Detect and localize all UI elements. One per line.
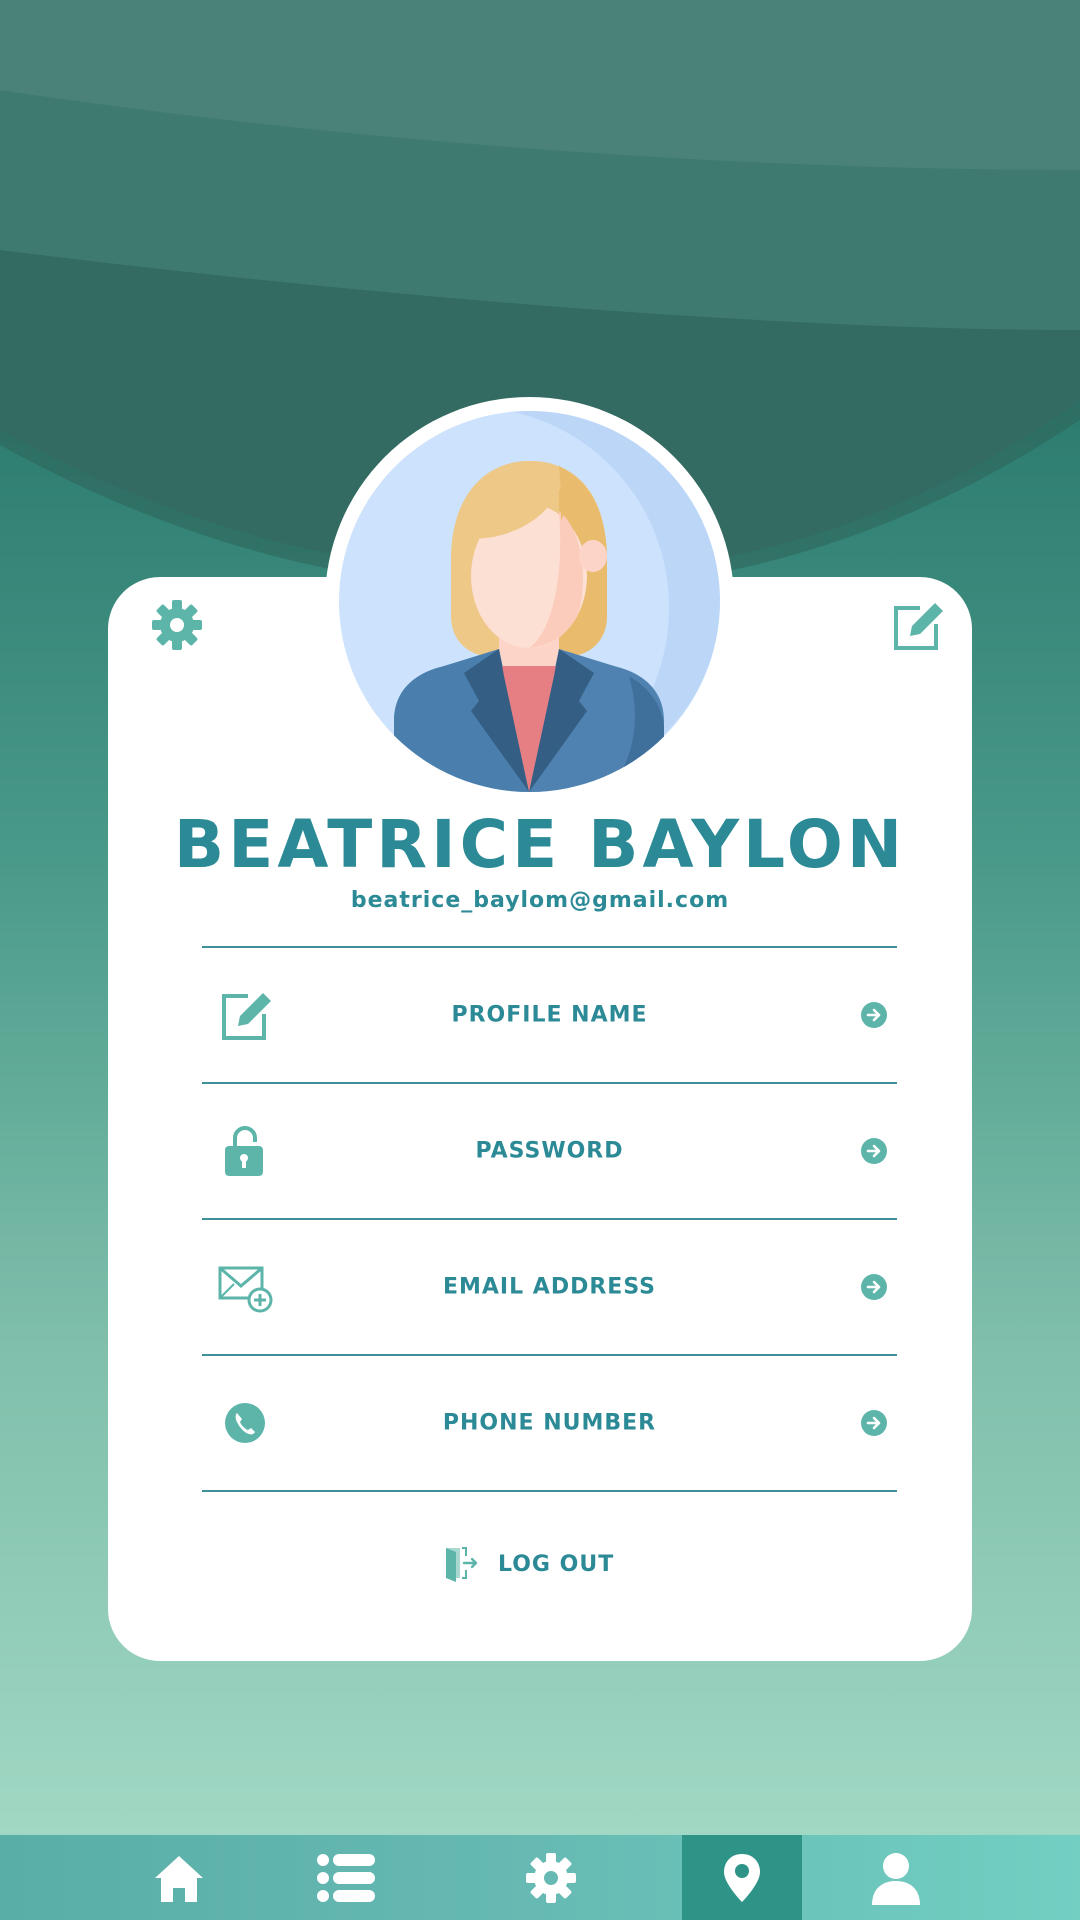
profile-name: BEATRICE BAYLON xyxy=(173,806,907,883)
list-icon xyxy=(317,1853,375,1902)
bottom-nav xyxy=(0,1835,1080,1920)
menu-item-label: EMAIL ADDRESS xyxy=(442,1274,657,1300)
menu-item-profile-name[interactable]: PROFILE NAME xyxy=(202,948,897,1082)
settings-gear-icon[interactable] xyxy=(150,598,204,652)
arrow-right-icon[interactable] xyxy=(861,1002,887,1028)
menu-item-label: PROFILE NAME xyxy=(451,1002,648,1028)
arrow-right-icon[interactable] xyxy=(861,1410,887,1436)
user-icon xyxy=(872,1852,920,1905)
avatar-illustration xyxy=(339,411,720,792)
menu-item-password[interactable]: PASSWORD xyxy=(202,1084,897,1218)
gear-icon xyxy=(526,1852,576,1903)
nav-settings[interactable] xyxy=(491,1835,611,1920)
profile-email: beatrice_baylom@gmail.com xyxy=(350,888,730,913)
logout-icon xyxy=(440,1544,480,1584)
menu-item-label: PASSWORD xyxy=(475,1138,624,1164)
nav-profile[interactable] xyxy=(836,1835,956,1920)
logout-button[interactable]: LOG OUT xyxy=(440,1544,660,1588)
logout-label: LOG OUT xyxy=(498,1552,615,1577)
avatar[interactable] xyxy=(339,411,720,792)
divider xyxy=(202,1490,897,1492)
menu-item-email-address[interactable]: EMAIL ADDRESS xyxy=(202,1220,897,1354)
arrow-right-icon[interactable] xyxy=(861,1274,887,1300)
nav-list[interactable] xyxy=(286,1835,406,1920)
menu-item-phone-number[interactable]: PHONE NUMBER xyxy=(202,1356,897,1490)
nav-home[interactable] xyxy=(119,1835,239,1920)
location-pin-icon xyxy=(724,1853,760,1902)
home-icon xyxy=(155,1855,203,1902)
nav-location[interactable] xyxy=(682,1835,802,1920)
arrow-right-icon[interactable] xyxy=(861,1138,887,1164)
edit-profile-icon[interactable] xyxy=(890,598,946,654)
menu-item-label: PHONE NUMBER xyxy=(442,1410,657,1436)
